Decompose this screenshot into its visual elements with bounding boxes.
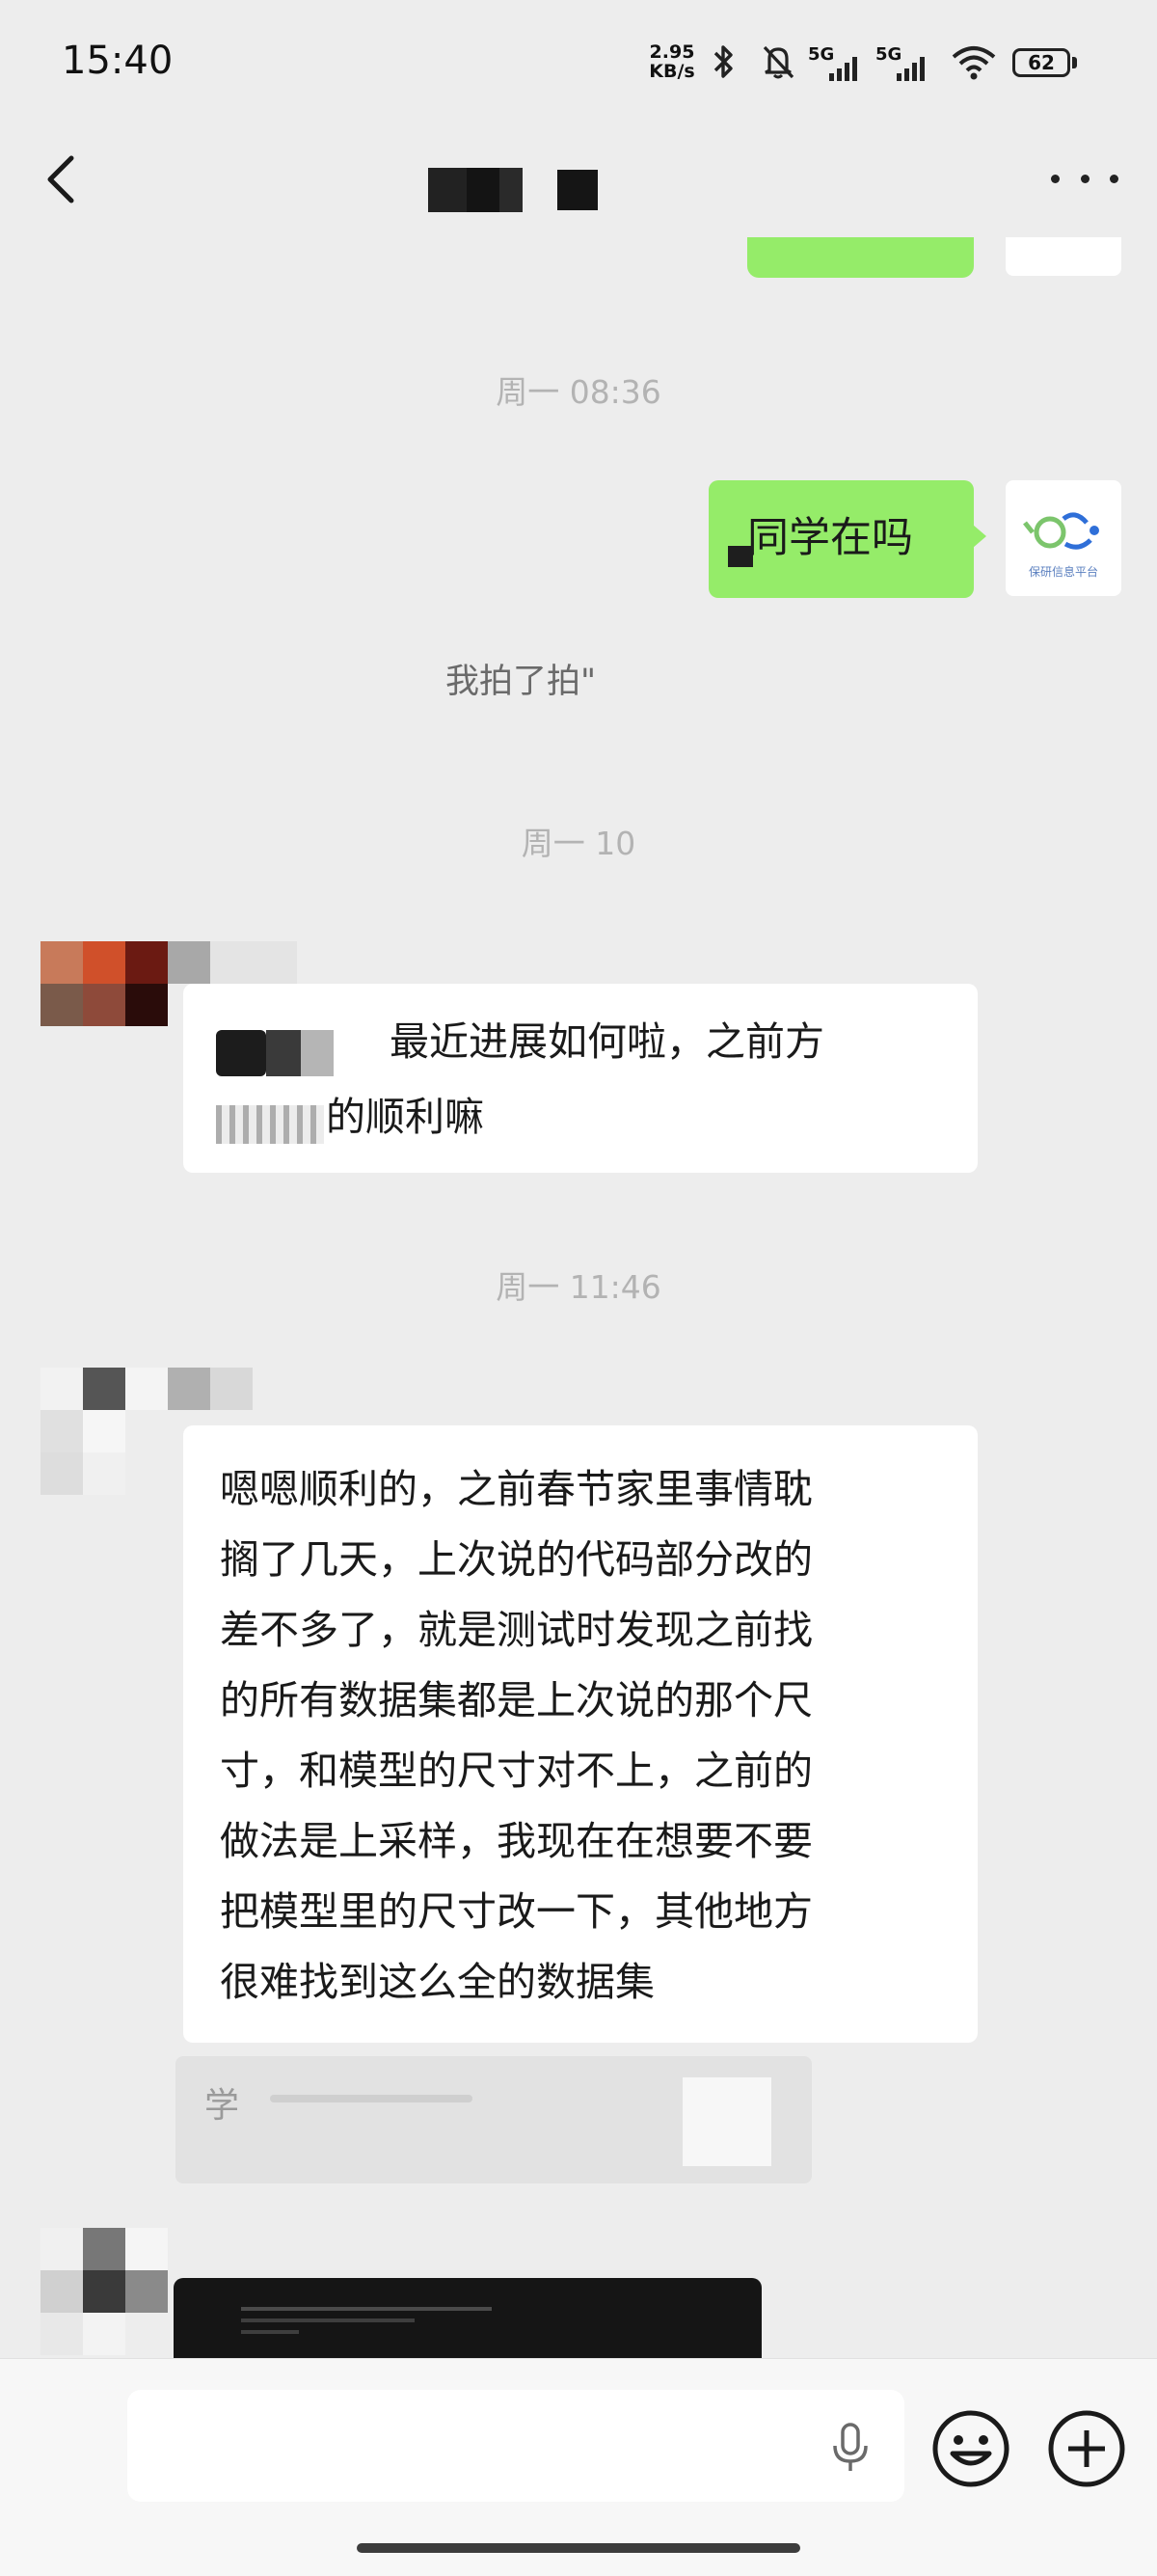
plus-circle-icon xyxy=(1048,2410,1125,2487)
message-bubble-outgoing[interactable]: 同学在吗 xyxy=(709,480,974,598)
system-notice: 我拍了拍" xyxy=(445,654,596,703)
message-text-block: 嗯嗯顺利的，之前春节家里事情耽 搁了几天，上次说的代码部分改的 差不多了，就是测… xyxy=(220,1454,953,2018)
message-input[interactable] xyxy=(127,2390,904,2502)
timestamp: 周一 11:46 xyxy=(496,1268,661,1306)
message-text-line: 搁了几天，上次说的代码部分改的 xyxy=(220,1536,813,1583)
smiley-icon xyxy=(932,2410,1009,2487)
timestamp: 周一 10 xyxy=(521,825,636,862)
chevron-left-icon xyxy=(47,155,74,203)
voice-input-button[interactable] xyxy=(825,2421,875,2475)
net-speed: 2.95 KB/s xyxy=(644,42,700,85)
bluetooth-icon xyxy=(706,42,742,81)
home-indicator[interactable] xyxy=(357,2543,800,2553)
mute-bell-icon xyxy=(758,42,798,81)
message-text-line: 的所有数据集都是上次说的那个尺 xyxy=(220,1677,813,1723)
more-actions-button[interactable] xyxy=(1045,2407,1128,2490)
net-speed-unit: KB/s xyxy=(649,61,695,82)
microphone-icon xyxy=(833,2423,868,2471)
message-text-line: 寸，和模型的尺寸对不上，之前的 xyxy=(220,1748,813,1794)
battery-level: 62 xyxy=(1012,48,1070,77)
battery-icon: 62 xyxy=(1012,48,1080,79)
message-bubble-incoming[interactable]: 最近进展如何啦，之前方 的顺利嘛 xyxy=(183,984,978,1173)
message-text-line: 做法是上采样，我现在在想要不要 xyxy=(220,1818,813,1864)
message-text: 的顺利嘛 xyxy=(326,1094,484,1140)
back-button[interactable] xyxy=(39,145,96,212)
message-bubble-outgoing[interactable] xyxy=(747,237,974,278)
net-speed-value: 2.95 xyxy=(649,41,695,63)
message-text: 同学在吗 xyxy=(747,514,913,562)
self-avatar[interactable]: 保研信息平台 xyxy=(1006,480,1121,596)
more-options-button[interactable] xyxy=(1051,159,1118,198)
message-text-line: 很难找到这么全的数据集 xyxy=(220,1959,655,2005)
message-text: 最近进展如何啦，之前方 xyxy=(390,1018,824,1065)
message-text-line: 嗯嗯顺利的，之前春节家里事情耽 xyxy=(220,1466,813,1512)
wifi-icon xyxy=(949,42,999,81)
message-bubble-incoming[interactable]: 嗯嗯顺利的，之前春节家里事情耽 搁了几天，上次说的代码部分改的 差不多了，就是测… xyxy=(183,1425,978,2043)
avatar-caption: 保研信息平台 xyxy=(1028,565,1098,579)
timestamp: 周一 08:36 xyxy=(496,373,661,411)
link-card[interactable]: 学 xyxy=(175,2056,812,2183)
link-card-title: 学 xyxy=(204,2086,240,2126)
message-text-line: 差不多了，就是测试时发现之前找 xyxy=(220,1607,813,1653)
link-thumbnail xyxy=(683,2077,771,2166)
system-notice-text: 我拍了拍" xyxy=(445,663,597,701)
chat-title xyxy=(424,166,598,216)
emoji-button[interactable] xyxy=(929,2407,1012,2490)
message-text-line: 把模型里的尺寸改一下，其他地方 xyxy=(220,1888,813,1935)
self-avatar[interactable] xyxy=(1006,237,1121,276)
status-time: 15:40 xyxy=(62,39,174,83)
